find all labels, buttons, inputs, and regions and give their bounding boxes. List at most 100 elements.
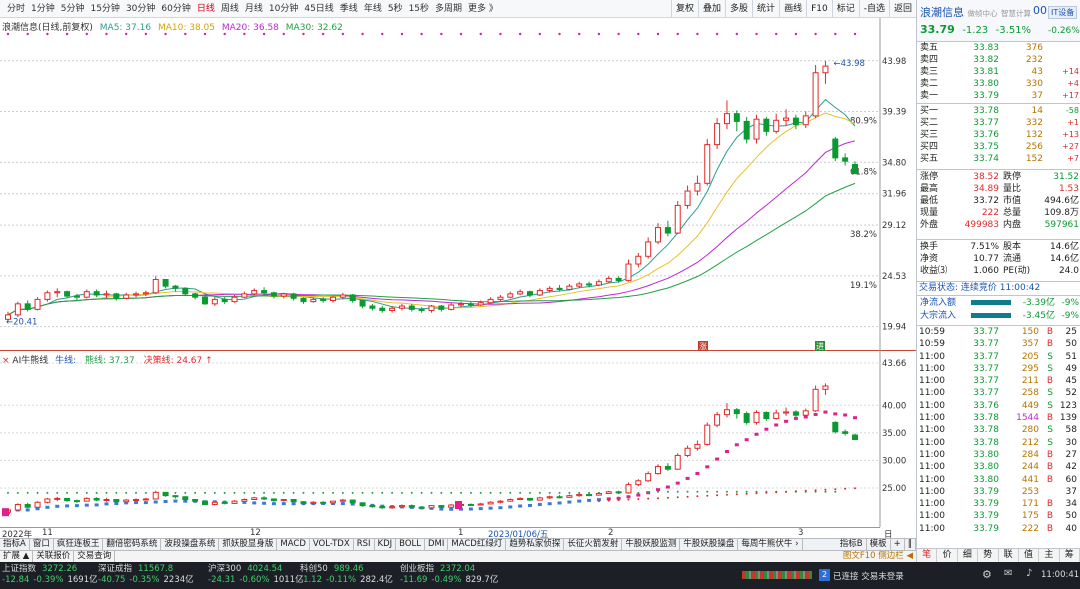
tool-button[interactable]: 返回 <box>888 0 916 18</box>
bear-mark <box>95 491 98 494</box>
quote-tab[interactable]: 细 <box>958 549 979 562</box>
level-price: 33.81 <box>973 67 999 77</box>
tick-price: 33.77 <box>973 388 999 399</box>
mail-icon[interactable]: ✉ <box>1004 568 1012 579</box>
period-tab[interactable]: 5秒 <box>385 0 406 18</box>
period-tab[interactable]: 1分钟 <box>28 0 58 18</box>
indicator-candle <box>753 410 760 425</box>
connection-status[interactable]: 已连接 交易未登录 <box>833 570 904 582</box>
indicator-tab[interactable]: 牛股妖股监测 <box>622 539 681 550</box>
index-quote[interactable]: 科创50 989.46 -1.12 -0.11% 282.4亿 <box>300 564 393 586</box>
period-tab[interactable]: 45日线 <box>301 0 336 18</box>
period-tab[interactable]: 5分钟 <box>58 0 88 18</box>
bear-mark <box>400 491 403 494</box>
period-tab[interactable]: 季线 <box>337 0 361 18</box>
ask-row[interactable]: 卖一 33.79 37 +17 <box>917 90 1080 102</box>
indicator-tab[interactable]: MACD <box>277 539 310 550</box>
ask-row[interactable]: 卖三 33.81 43 +14 <box>917 66 1080 78</box>
quote-tab[interactable]: 价 <box>937 549 958 562</box>
period-tab[interactable]: 60分钟 <box>158 0 193 18</box>
ai-indicator-chart[interactable]: × AI牛熊线 牛线: 熊线: 37.37 决策线: 24.67 ↑ 43.66… <box>0 351 916 542</box>
period-tab[interactable]: 15分钟 <box>87 0 122 18</box>
tool-button[interactable]: 复权 <box>671 0 698 18</box>
indicator-tab[interactable]: VOL-TDX <box>310 539 354 550</box>
indicator-tab-right[interactable]: 模板 <box>867 539 891 550</box>
tool-button[interactable]: 叠加 <box>698 0 725 18</box>
candle <box>34 297 41 311</box>
tool-button[interactable]: -自选 <box>858 0 889 18</box>
candle <box>152 276 159 294</box>
index-value: 989.46 <box>333 564 364 574</box>
indicator-tab[interactable]: 趋势私家侦探 <box>506 539 565 550</box>
bear-mark <box>174 491 177 494</box>
kline-main-chart[interactable]: 浪潮信息(日线,前复权) MA5: 37.16 MA10: 38.05 MA20… <box>0 18 916 351</box>
bottom-tab[interactable]: 关联报价 <box>33 551 75 562</box>
period-tab[interactable]: 更多 》 <box>465 0 501 18</box>
indicator-tab[interactable]: 牛股妖股操盘 <box>680 539 739 550</box>
indicator-candle <box>674 453 681 470</box>
period-tab[interactable]: 10分钟 <box>266 0 301 18</box>
bid-row[interactable]: 买二 33.77 332 +1 <box>917 117 1080 129</box>
period-tab[interactable]: 周线 <box>218 0 242 18</box>
bid-row[interactable]: 买三 33.76 132 +13 <box>917 129 1080 141</box>
indicator-tab[interactable]: 每周牛熊伏牛 › <box>738 539 803 550</box>
signal-dot <box>558 32 561 36</box>
gear-icon[interactable]: ⚙ <box>982 568 992 581</box>
bid-row[interactable]: 买五 33.74 152 +7 <box>917 153 1080 165</box>
tool-button[interactable]: F10 <box>806 0 832 18</box>
index-quote[interactable]: 深证成指 11567.8 -40.75 -0.35% 2234亿 <box>98 564 194 586</box>
index-quote[interactable]: 沪深300 4024.54 -24.31 -0.60% 1011亿 <box>208 564 304 586</box>
stat-value: 222 <box>981 208 999 218</box>
tool-button[interactable]: 画线 <box>779 0 806 18</box>
indicator-tab[interactable]: 窗口 <box>30 539 54 550</box>
ask-row[interactable]: 卖二 33.80 330 +4 <box>917 78 1080 90</box>
index-quote[interactable]: 上证指数 3272.26 -12.84 -0.39% 1691亿 <box>2 564 98 586</box>
indicator-tab[interactable]: 疯狂连板王 <box>54 539 104 550</box>
indicator-tab-right[interactable]: + <box>891 539 905 550</box>
stat-label: PE(动) <box>1003 266 1031 276</box>
indicator-tab[interactable]: MACD红绿灯 <box>448 539 507 550</box>
period-tab[interactable]: 15秒 <box>406 0 432 18</box>
bottom-tab[interactable]: 扩展 ▲ <box>0 551 34 562</box>
quote-tab[interactable]: 势 <box>978 549 999 562</box>
sector-badge[interactable]: IT设备 <box>1048 6 1078 19</box>
quote-tab[interactable]: 筹 <box>1060 549 1080 562</box>
bid-row[interactable]: 买一 33.78 14 -58 <box>917 105 1080 117</box>
indicator-tab-right[interactable]: 指标B <box>837 539 867 550</box>
period-tab[interactable]: 30分钟 <box>123 0 158 18</box>
period-tab[interactable]: 分时 <box>4 0 28 18</box>
quote-tab[interactable]: 联 <box>999 549 1019 562</box>
indicator-tab[interactable]: 指标A <box>0 539 30 550</box>
tick-list[interactable]: 10:59 33.77 150 B 25 10:59 33.77 357 B 50 11:00 33.… <box>916 326 1080 548</box>
indicator-tab[interactable]: 长征火箭发射 <box>564 539 623 550</box>
indicator-close-icon[interactable]: × <box>2 356 10 366</box>
indicator-tab[interactable]: KDJ <box>375 539 397 550</box>
tick-row: 11:00 33.78 1544 B 139 <box>917 412 1080 424</box>
bell-icon[interactable]: ♪ <box>1026 568 1032 579</box>
indicator-tab[interactable]: DMI <box>425 539 449 550</box>
indicator-tab[interactable]: 翻倍密码系统 <box>103 539 162 550</box>
indicator-tab[interactable]: 波段操盘系统 <box>161 539 220 550</box>
f10-sidebar-toggle[interactable]: 图文F10 侧边栏 ◀ <box>840 551 916 562</box>
indicator-tab[interactable]: RSI <box>354 539 375 550</box>
quote-tab[interactable]: 主 <box>1039 549 1060 562</box>
ask-row[interactable]: 卖五 33.83 376 <box>917 42 1080 54</box>
tool-button[interactable]: 标记 <box>831 0 859 18</box>
index-quote[interactable]: 创业板指 2372.04 -11.69 -0.49% 829.7亿 <box>400 564 498 586</box>
period-tab[interactable]: 日线 <box>194 0 218 18</box>
tool-button[interactable]: 多股 <box>725 0 752 18</box>
period-tab[interactable]: 月线 <box>242 0 266 18</box>
ask-row[interactable]: 卖四 33.82 232 <box>917 54 1080 66</box>
quote-tab[interactable]: 值 <box>1019 549 1040 562</box>
bid-row[interactable]: 买四 33.75 256 +27 <box>917 141 1080 153</box>
quote-tab[interactable]: 笔 <box>917 549 938 562</box>
tool-button[interactable]: 统计 <box>752 0 779 18</box>
period-tab[interactable]: 多周期 <box>432 0 465 18</box>
indicator-tab[interactable]: BOLL <box>396 539 425 550</box>
candle <box>723 100 730 130</box>
indicator-tab-right[interactable]: ‖ <box>905 539 916 550</box>
tick-side: S <box>1047 363 1053 374</box>
indicator-tab[interactable]: 抓妖股显身版 <box>219 539 278 550</box>
period-tab[interactable]: 年线 <box>361 0 385 18</box>
bottom-tab[interactable]: 交易查询 <box>74 551 116 562</box>
